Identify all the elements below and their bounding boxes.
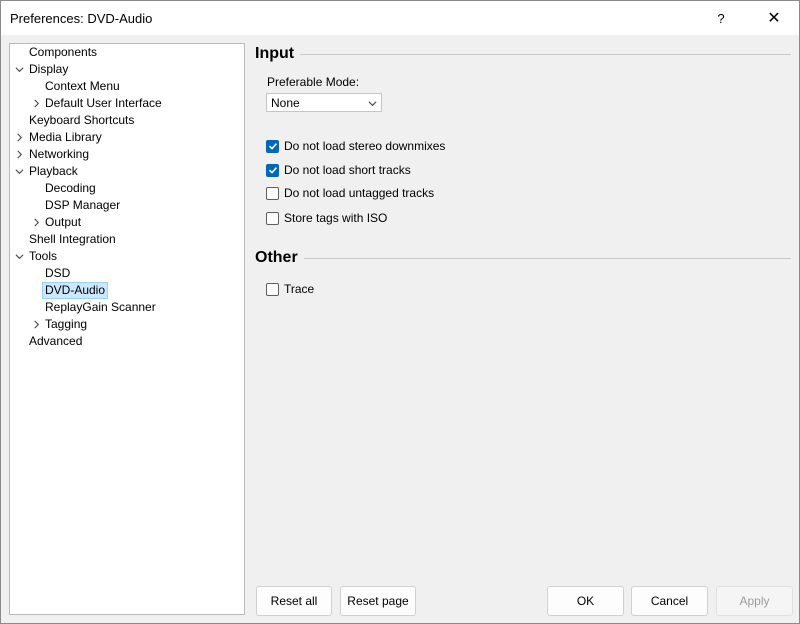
checkbox-label: Trace (284, 282, 315, 296)
checkbox-trace[interactable]: Trace (266, 281, 314, 297)
preferable-mode-value: None (271, 96, 300, 110)
input-section-header: Input (255, 44, 791, 64)
preferable-mode-select[interactable]: None (266, 93, 382, 112)
checkbox-unchecked-icon[interactable] (266, 211, 279, 225)
reset-all-button[interactable]: Reset all (256, 586, 332, 616)
checkbox-unchecked-icon[interactable] (266, 186, 279, 200)
tree-item-label: Display (29, 62, 69, 76)
tree-item-label: Advanced (29, 334, 83, 348)
tree-item-label: Output (45, 215, 82, 229)
other-heading: Other (255, 249, 298, 266)
tree-item-label: ReplayGain Scanner (45, 300, 156, 314)
tree-item-label: Shell Integration (29, 232, 116, 246)
chevron-right-icon[interactable] (30, 214, 42, 231)
tree-item-label: DSP Manager (45, 198, 121, 212)
tree-item-label: DSD (45, 266, 71, 280)
apply-button[interactable]: Apply (716, 586, 793, 616)
ok-button[interactable]: OK (547, 586, 624, 616)
tree-item-label: DVD-Audio (42, 282, 109, 299)
close-button[interactable]: ✕ (752, 1, 796, 35)
checkbox-no-untagged-tracks[interactable]: Do not load untagged tracks (266, 185, 434, 201)
checkbox-checked-icon[interactable] (266, 139, 279, 153)
checkbox-label: Do not load untagged tracks (284, 186, 435, 200)
chevron-right-icon[interactable] (13, 146, 25, 163)
cancel-button[interactable]: Cancel (631, 586, 708, 616)
preferable-mode-label: Preferable Mode: (267, 75, 360, 89)
tree-item-label: Components (29, 45, 98, 59)
chevron-right-icon[interactable] (30, 95, 42, 112)
divider (300, 53, 791, 55)
checkbox-store-tags-iso[interactable]: Store tags with ISO (266, 210, 387, 226)
chevron-down-icon (368, 101, 377, 107)
tree-item-label: Tools (29, 249, 58, 263)
help-button[interactable]: ? (699, 1, 743, 35)
checkbox-no-short-tracks[interactable]: Do not load short tracks (266, 162, 411, 178)
window-title: Preferences: DVD-Audio (10, 11, 153, 26)
checkbox-no-stereo-downmixes[interactable]: Do not load stereo downmixes (266, 138, 445, 154)
chevron-down-icon[interactable] (13, 61, 25, 78)
other-section-header: Other (255, 248, 791, 268)
tree-item-label: Keyboard Shortcuts (29, 113, 135, 127)
chevron-right-icon[interactable] (30, 316, 42, 333)
tree-item-label: Playback (29, 164, 78, 178)
tree-item-label: Context Menu (45, 79, 120, 93)
tree-item-label: Tagging (45, 317, 88, 331)
checkbox-checked-icon[interactable] (266, 163, 279, 177)
tree-item-label: Default User Interface (45, 96, 162, 110)
input-heading: Input (255, 45, 295, 62)
chevron-down-icon[interactable] (13, 248, 25, 265)
checkbox-unchecked-icon[interactable] (266, 282, 279, 296)
tree-item-label: Media Library (29, 130, 102, 144)
chevron-down-icon[interactable] (13, 163, 25, 180)
checkbox-label: Do not load stereo downmixes (284, 139, 446, 153)
tree-item-label: Decoding (45, 181, 96, 195)
reset-page-button[interactable]: Reset page (340, 586, 416, 616)
checkbox-label: Do not load short tracks (284, 163, 411, 177)
chevron-right-icon[interactable] (13, 129, 25, 146)
preferences-tree: Components Display Context Menu Default … (9, 43, 245, 615)
checkbox-label: Store tags with ISO (284, 211, 388, 225)
title-bar: Preferences: DVD-Audio ? ✕ (1, 1, 799, 35)
tree-item-label: Networking (29, 147, 90, 161)
divider (303, 257, 791, 259)
preferences-window: Preferences: DVD-Audio ? ✕ Components Di… (0, 0, 800, 624)
